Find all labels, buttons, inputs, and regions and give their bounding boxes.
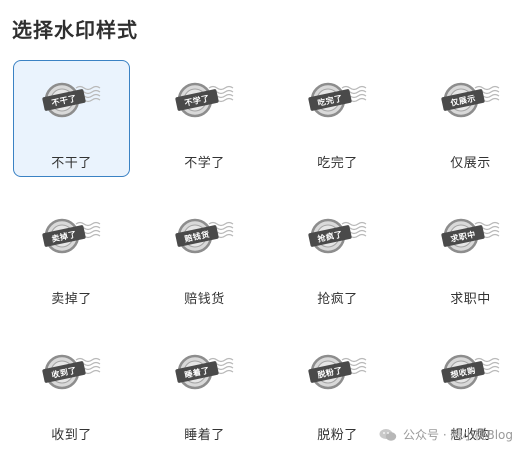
style-label: 求职中: [450, 292, 491, 307]
style-label: 不干了: [51, 156, 92, 171]
stamp-icon: 脱粉了: [280, 351, 395, 391]
footer-watermark: 公众号 · 陶小桃Blog: [379, 426, 513, 443]
stamp-icon: 想收购: [413, 351, 521, 391]
style-card-1[interactable]: 不干了 不干了: [13, 60, 130, 177]
style-label: 卖掉了: [51, 292, 92, 307]
style-label: 睡着了: [184, 428, 225, 443]
stamp-icon: 吃完了: [280, 79, 395, 119]
style-label: 脱粉了: [317, 428, 358, 443]
style-card-2[interactable]: 不学了 不学了: [146, 60, 263, 177]
style-card-4[interactable]: 仅展示 仅展示: [412, 60, 521, 177]
style-label: 赔钱货: [184, 292, 225, 307]
style-card-6[interactable]: 赔钱货 赔钱货: [146, 196, 263, 313]
stamp-icon: 仅展示: [413, 79, 521, 119]
stamp-icon: 不学了: [147, 79, 262, 119]
style-label: 吃完了: [317, 156, 358, 171]
page-title: 选择水印样式: [12, 18, 138, 42]
stamp-icon: 睡着了: [147, 351, 262, 391]
stamp-icon: 不干了: [14, 79, 129, 119]
stamp-icon: 求职中: [413, 215, 521, 255]
style-card-8[interactable]: 求职中 求职中: [412, 196, 521, 313]
style-card-10[interactable]: 睡着了 睡着了: [146, 332, 263, 449]
wechat-icon: [379, 428, 397, 441]
style-label: 抢疯了: [317, 292, 358, 307]
style-label: 收到了: [51, 428, 92, 443]
style-card-5[interactable]: 卖掉了 卖掉了: [13, 196, 130, 313]
style-label: 仅展示: [450, 156, 491, 171]
style-card-7[interactable]: 抢疯了 抢疯了: [279, 196, 396, 313]
watermark-text: 公众号 · 陶小桃Blog: [403, 428, 513, 442]
stamp-icon: 赔钱货: [147, 215, 262, 255]
style-card-3[interactable]: 吃完了 吃完了: [279, 60, 396, 177]
stamp-icon: 卖掉了: [14, 215, 129, 255]
stamp-icon: 收到了: [14, 351, 129, 391]
style-grid: 不干了 不干了 不学了 不学了 吃完了 吃完了 仅展示 仅展示 卖掉了 卖掉了 …: [13, 60, 521, 449]
style-label: 不学了: [184, 156, 225, 171]
watermark-style-picker: 选择水印样式 不干了 不干了 不学了 不学了 吃完了 吃完了 仅展示 仅展示 卖…: [0, 0, 521, 459]
stamp-icon: 抢疯了: [280, 215, 395, 255]
style-card-9[interactable]: 收到了 收到了: [13, 332, 130, 449]
